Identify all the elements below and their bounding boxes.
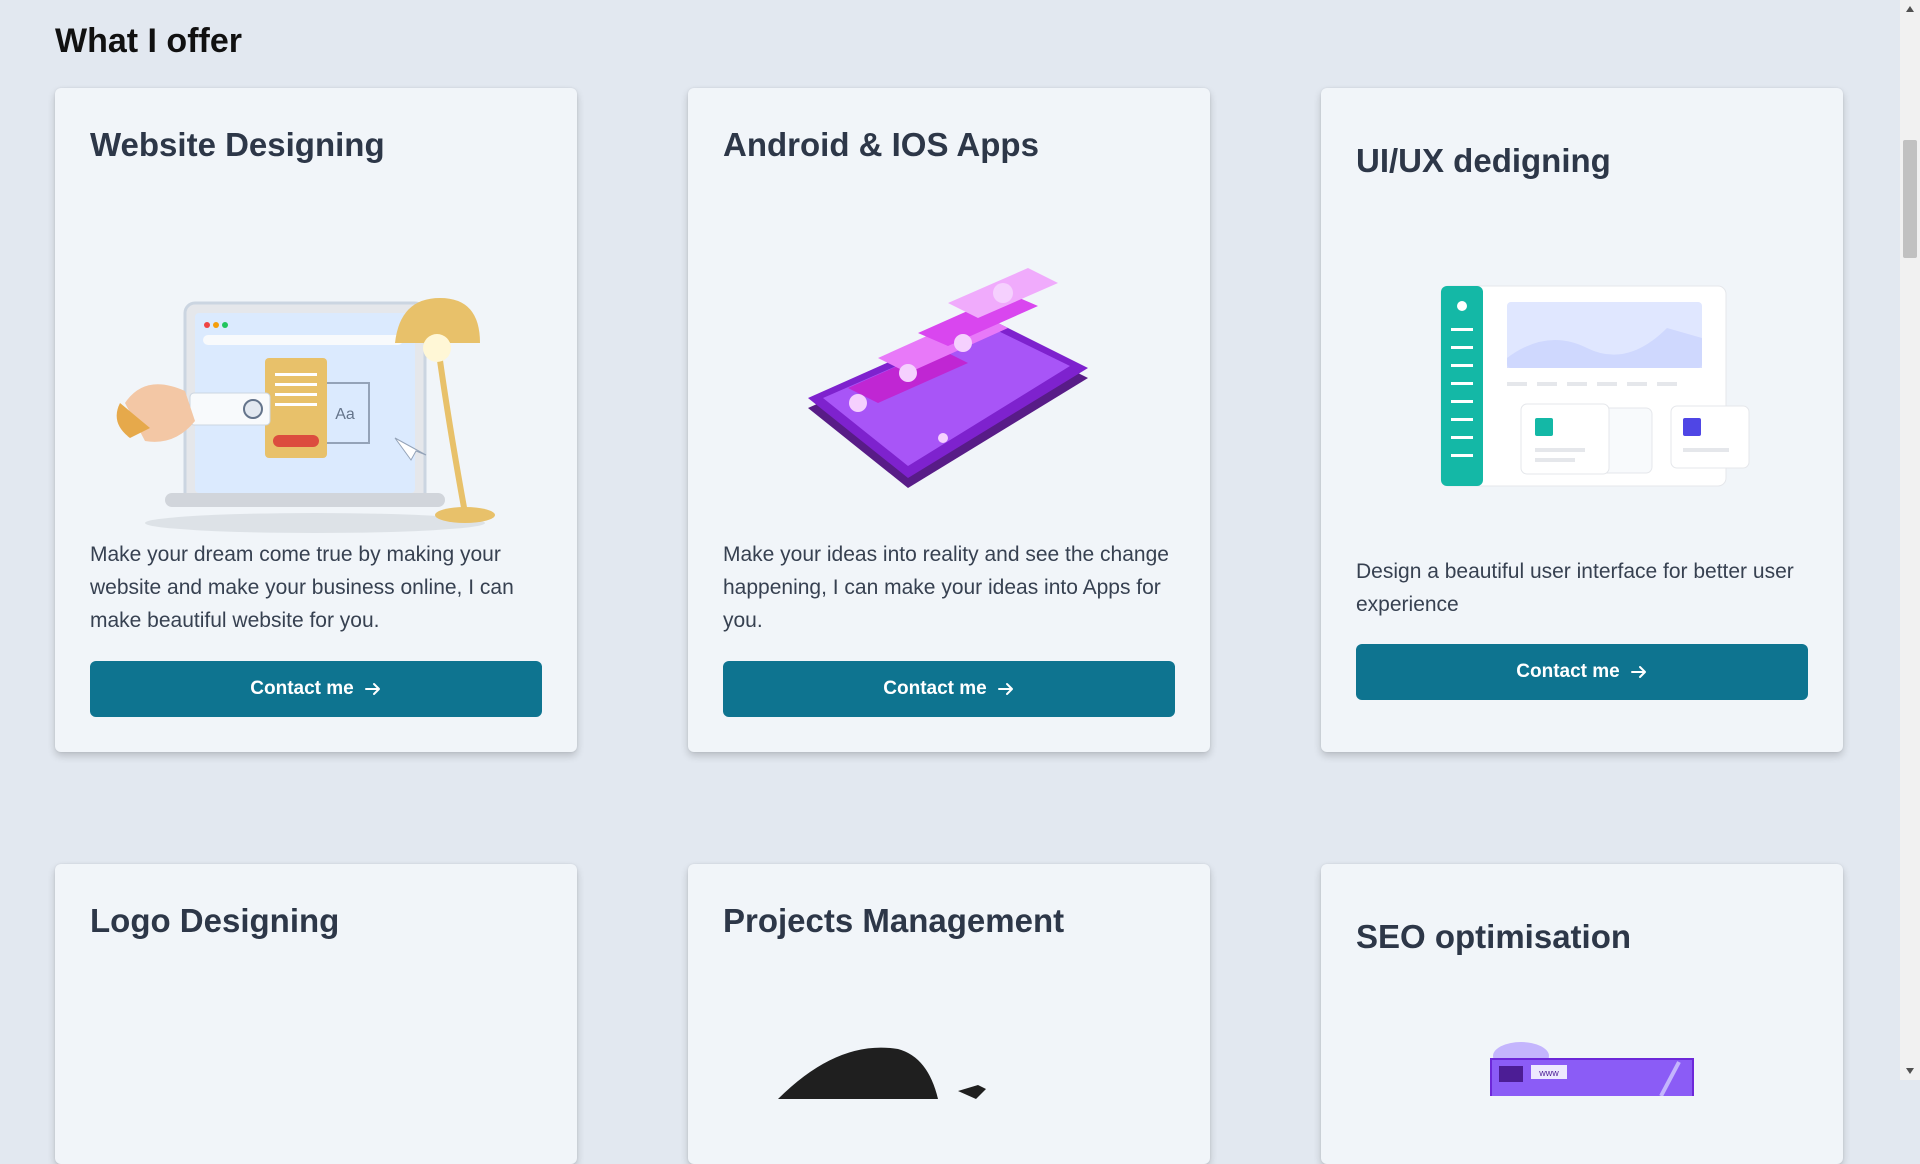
dark-blob-illustration xyxy=(778,1047,986,1099)
service-card-logo-designing: Logo Designing xyxy=(55,864,577,1164)
card-title: Website Designing xyxy=(90,126,385,163)
section-title: What I offer xyxy=(55,22,242,60)
service-card-mobile-apps: Android & IOS Apps Make your ideas into … xyxy=(688,88,1210,752)
arrow-right-icon xyxy=(997,681,1015,697)
card-description: Make your dream come true by making your… xyxy=(90,543,514,632)
card-title: UI/UX dedigning xyxy=(1356,142,1611,179)
card-title: Android & IOS Apps xyxy=(723,126,1039,163)
button-label: Contact me xyxy=(883,678,987,699)
smartphone-chat-bubbles-illustration xyxy=(808,268,1088,488)
button-label: Contact me xyxy=(250,678,354,699)
card-description: Make your ideas into reality and see the… xyxy=(723,543,1169,632)
card-title: Projects Management xyxy=(723,902,1065,939)
scroll-up-arrow-icon[interactable] xyxy=(1900,0,1920,18)
contact-me-button[interactable]: Contact me xyxy=(723,661,1175,717)
service-card-projects-management: Projects Management xyxy=(688,864,1210,1164)
arrow-right-icon xyxy=(1630,664,1648,680)
svg-text:Aa: Aa xyxy=(335,406,355,423)
arrow-right-icon xyxy=(364,681,382,697)
service-card-website-designing: Website Designing Aa Make your dream com xyxy=(55,88,577,752)
button-label: Contact me xyxy=(1516,661,1620,682)
service-card-ui-ux: UI/UX dedigning Design a beautiful user … xyxy=(1321,88,1843,752)
contact-me-button[interactable]: Contact me xyxy=(90,661,542,717)
card-title: Logo Designing xyxy=(90,902,340,939)
scrollbar-thumb[interactable] xyxy=(1903,140,1917,258)
services-page: What I offer Website Designing Aa Make y… xyxy=(0,0,1900,1164)
dashboard-mockup-illustration xyxy=(1440,285,1750,487)
laptop-with-lamp-illustration: Aa xyxy=(116,298,495,533)
contact-me-button[interactable]: Contact me xyxy=(1356,644,1808,700)
card-title: SEO optimisation xyxy=(1356,918,1632,955)
service-card-seo-optimisation: SEO optimisation www xyxy=(1321,864,1843,1164)
purple-browser-window-illustration: www xyxy=(1490,1042,1694,1096)
vertical-scrollbar[interactable] xyxy=(1900,0,1920,1080)
card-description: Design a beautiful user interface for be… xyxy=(1356,560,1794,616)
www-badge-text: www xyxy=(1538,1068,1559,1078)
scroll-down-arrow-icon[interactable] xyxy=(1900,1062,1920,1080)
